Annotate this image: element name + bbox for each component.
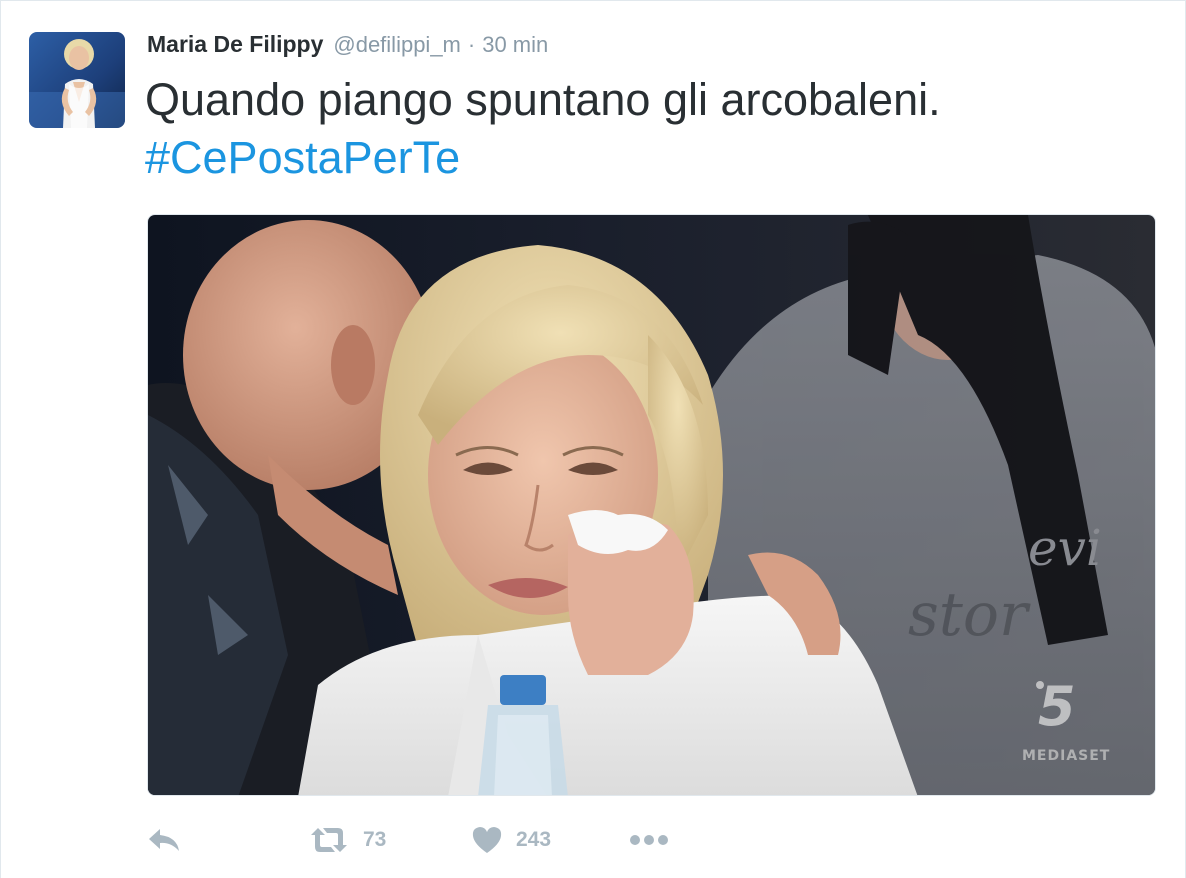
tweet-actions: 73 243 xyxy=(147,817,847,863)
more-icon xyxy=(630,835,668,845)
tweet-media-photo[interactable]: stor evi 5 MEDIASET xyxy=(147,214,1156,796)
user-handle[interactable]: @defilippi_m xyxy=(333,32,461,58)
separator-dot: · xyxy=(467,32,476,57)
svg-text:MEDIASET: MEDIASET xyxy=(1022,748,1110,764)
tweet-header: Maria De Filippy @defilippi_m · 30 min xyxy=(147,31,548,63)
avatar-image xyxy=(29,32,125,128)
tweet-card: Maria De Filippy @defilippi_m · 30 min Q… xyxy=(0,0,1186,878)
heart-icon xyxy=(472,827,502,853)
like-count: 243 xyxy=(516,828,552,851)
user-fullname[interactable]: Maria De Filippy xyxy=(147,31,323,58)
tweet-timestamp[interactable]: 30 min xyxy=(482,32,548,58)
photo-image: stor evi 5 MEDIASET xyxy=(148,215,1155,795)
tweet-text: Quando piango spuntano gli arcobaleni. #… xyxy=(145,71,1145,187)
retweet-icon xyxy=(311,828,347,852)
reply-button[interactable] xyxy=(147,817,181,863)
tweet-body: Quando piango spuntano gli arcobaleni. xyxy=(145,74,941,125)
hashtag-link[interactable]: #CePostaPerTe xyxy=(145,129,1145,187)
avatar[interactable] xyxy=(29,32,125,128)
retweet-button[interactable]: 73 xyxy=(309,817,386,863)
svg-text:evi: evi xyxy=(1028,519,1102,577)
svg-text:stor: stor xyxy=(908,580,1031,650)
like-button[interactable]: 243 xyxy=(472,817,551,863)
retweet-count: 73 xyxy=(363,828,387,851)
reply-icon xyxy=(149,829,179,851)
more-button[interactable] xyxy=(629,817,669,863)
